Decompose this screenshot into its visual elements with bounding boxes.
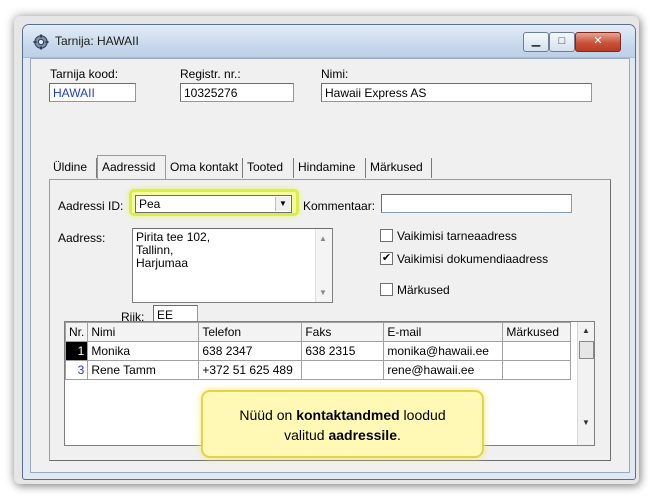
callout-text: .	[396, 427, 401, 443]
column-header-faks[interactable]: Faks	[301, 322, 385, 342]
fax-cell[interactable]: 638 2315	[301, 341, 385, 361]
email-cell[interactable]: rene@hawaii.ee	[383, 360, 504, 380]
email-cell[interactable]: monika@hawaii.ee	[383, 341, 504, 361]
notes-cell[interactable]	[502, 360, 572, 380]
tab-tooted[interactable]: Tooted	[243, 158, 294, 178]
minimize-button[interactable]: ▁	[523, 32, 549, 52]
table-header-row: Nr. Nimi Telefon Faks E-mail Märkused	[65, 322, 572, 342]
address-id-label: Aadressi ID:	[58, 199, 124, 213]
default-document-label: Vaikimisi dokumendiaadress	[397, 252, 549, 266]
maximize-icon: □	[558, 35, 566, 47]
callout-bold-text: aadressile	[328, 427, 397, 443]
default-delivery-label: Vaikimisi tarneaadress	[397, 229, 517, 243]
address-id-value: Pea	[139, 197, 161, 211]
supplier-code-field[interactable]: HAWAII	[49, 83, 136, 102]
callout-text: loodud	[399, 407, 446, 423]
checkbox-box[interactable]	[380, 229, 393, 242]
comment-label: Kommentaar:	[303, 199, 376, 213]
address-id-select[interactable]: Pea ▼	[135, 195, 292, 213]
grid-scrollbar[interactable]: ▲ ▼	[577, 322, 594, 445]
gear-icon	[33, 34, 49, 50]
column-header-nimi[interactable]: Nimi	[87, 322, 200, 342]
address-textarea[interactable]: Pirita tee 102, Tallinn, Harjumaa ▲ ▼	[132, 228, 333, 303]
address-label: Aadress:	[58, 231, 106, 245]
callout-bold-text: kontaktandmed	[296, 407, 400, 423]
tab-markused[interactable]: Märkused	[366, 158, 432, 178]
contact-name-cell[interactable]: Rene Tamm	[87, 360, 200, 380]
column-header-markused[interactable]: Märkused	[502, 322, 572, 342]
scroll-up-icon[interactable]: ▲	[582, 326, 590, 335]
column-header-email[interactable]: E-mail	[383, 322, 504, 342]
info-callout: Nüüd on kontaktandmed loodud valitud aad…	[201, 390, 484, 458]
callout-line-2: valitud aadressile.	[203, 425, 482, 445]
checkmark-icon[interactable]: ✔	[380, 252, 393, 265]
comment-field[interactable]	[381, 194, 572, 213]
contact-name-cell[interactable]: Monika	[87, 341, 200, 361]
tab-oma-kontakt[interactable]: Oma kontakt	[166, 158, 243, 178]
scroll-down-icon[interactable]: ▼	[582, 418, 590, 427]
reg-number-field[interactable]: 10325276	[180, 83, 294, 102]
notes-cell[interactable]	[502, 341, 572, 361]
supplier-code-label: Tarnija kood:	[50, 67, 119, 81]
phone-cell[interactable]: 638 2347	[198, 341, 303, 361]
checkbox-box[interactable]	[380, 283, 393, 296]
name-field[interactable]: Hawaii Express AS	[321, 83, 592, 102]
window-title: Tarnija: HAWAII	[55, 34, 139, 48]
notes-checkbox-label: Märkused	[397, 283, 450, 297]
title-bar[interactable]: Tarnija: HAWAII ▁ □ ✕	[23, 25, 635, 58]
tab-uldine[interactable]: Üldine	[49, 158, 97, 178]
column-header-nr[interactable]: Nr.	[65, 322, 89, 342]
callout-text: valitud	[284, 427, 329, 443]
callout-text: Nüüd on	[239, 407, 297, 423]
scroll-thumb[interactable]	[579, 341, 594, 359]
address-line-3: Harjumaa	[136, 256, 189, 270]
phone-cell[interactable]: +372 51 625 489	[198, 360, 303, 380]
minimize-icon: ▁	[531, 35, 541, 47]
scroll-down-icon[interactable]: ▼	[319, 286, 327, 299]
table-row[interactable]: 3 Rene Tamm +372 51 625 489 rene@hawaii.…	[65, 360, 572, 380]
row-number[interactable]: 1	[65, 341, 89, 361]
contacts-table: Nr. Nimi Telefon Faks E-mail Märkused 1 …	[65, 322, 572, 380]
table-row[interactable]: 1 Monika 638 2347 638 2315 monika@hawaii…	[65, 341, 572, 361]
close-icon: ✕	[593, 35, 603, 47]
reg-number-label: Registr. nr.:	[180, 67, 241, 81]
row-number[interactable]: 3	[65, 360, 89, 380]
column-header-telefon[interactable]: Telefon	[198, 322, 303, 342]
callout-line-1: Nüüd on kontaktandmed loodud	[203, 405, 482, 425]
scroll-up-icon[interactable]: ▲	[319, 232, 327, 245]
dropdown-arrow-icon[interactable]: ▼	[275, 197, 290, 211]
maximize-button[interactable]: □	[549, 32, 575, 52]
tab-hindamine[interactable]: Hindamine	[294, 158, 366, 178]
address-scrollbar[interactable]: ▲ ▼	[315, 229, 332, 302]
tab-aadressid[interactable]: Aadressid	[97, 155, 166, 180]
fax-cell[interactable]	[301, 360, 385, 380]
close-button[interactable]: ✕	[575, 32, 621, 52]
name-label: Nimi:	[321, 67, 349, 81]
